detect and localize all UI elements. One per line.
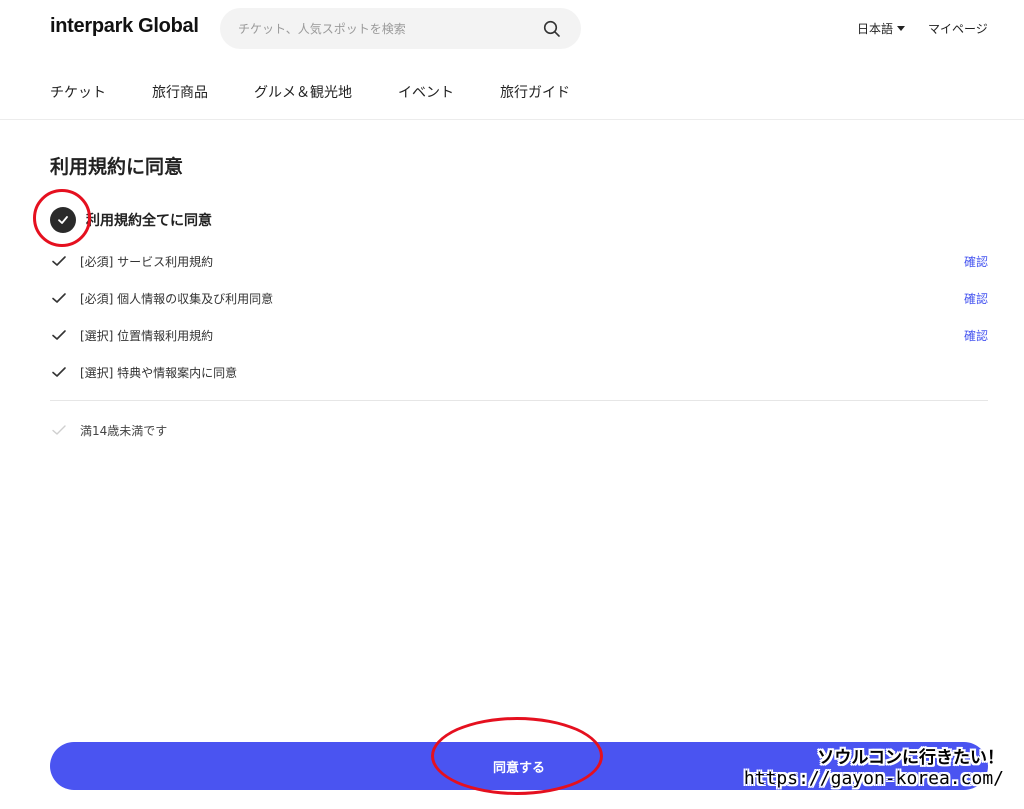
check-icon[interactable] xyxy=(50,326,68,344)
language-selector[interactable]: 日本語 xyxy=(857,20,906,37)
nav-item-gourmet[interactable]: グルメ＆観光地 xyxy=(254,82,352,102)
check-circle-icon[interactable] xyxy=(50,207,76,233)
age-under-14-label: 満14歳未満です xyxy=(80,423,168,438)
nav-item-event[interactable]: イベント xyxy=(398,82,454,102)
nav-item-guide[interactable]: 旅行ガイド xyxy=(500,82,570,102)
agree-button-label: 同意する xyxy=(492,760,545,776)
divider xyxy=(50,400,988,401)
term-confirm-link[interactable]: 確認 xyxy=(964,253,988,270)
term-row-privacy[interactable]: [必須] 個人情報の収集及び利用同意 確認 xyxy=(50,287,990,309)
logo[interactable]: interpark Global xyxy=(50,15,199,38)
language-label: 日本語 xyxy=(857,22,894,36)
main-nav: チケット 旅行商品 グルメ＆観光地 イベント 旅行ガイド xyxy=(50,82,616,102)
term-label: [必須] サービス利用規約 xyxy=(80,254,214,269)
term-label: [選択] 位置情報利用規約 xyxy=(80,328,214,343)
agree-all-checkbox[interactable]: 利用規約全てに同意 xyxy=(50,207,212,233)
age-under-14-checkbox[interactable]: 満14歳未満です xyxy=(50,419,167,441)
watermark-url: https://gayon-korea.com/ xyxy=(743,768,1004,789)
term-label: [必須] 個人情報の収集及び利用同意 xyxy=(80,291,274,306)
page: interpark Global 日本語 マイページ チケット 旅行商品 グルメ… xyxy=(0,0,1024,809)
term-confirm-link[interactable]: 確認 xyxy=(964,327,988,344)
page-title: 利用規約に同意 xyxy=(50,156,184,178)
search-bar[interactable] xyxy=(220,8,581,49)
search-input[interactable] xyxy=(238,8,538,49)
check-icon[interactable] xyxy=(50,289,68,307)
watermark-title: ソウルコンに行きたい！ xyxy=(817,748,1004,768)
term-label: [選択] 特典や情報案内に同意 xyxy=(80,365,238,380)
check-icon[interactable] xyxy=(50,421,68,439)
term-row-marketing[interactable]: [選択] 特典や情報案内に同意 xyxy=(50,361,990,383)
header: interpark Global 日本語 マイページ チケット 旅行商品 グルメ… xyxy=(0,0,1024,120)
search-icon[interactable] xyxy=(543,20,561,38)
term-row-service[interactable]: [必須] サービス利用規約 確認 xyxy=(50,250,990,272)
check-icon[interactable] xyxy=(50,363,68,381)
check-icon[interactable] xyxy=(50,252,68,270)
term-row-location[interactable]: [選択] 位置情報利用規約 確認 xyxy=(50,324,990,346)
caret-down-icon xyxy=(897,26,906,31)
nav-item-ticket[interactable]: チケット xyxy=(50,82,106,102)
nav-item-travel[interactable]: 旅行商品 xyxy=(152,82,208,102)
mypage-link[interactable]: マイページ xyxy=(928,20,988,37)
agree-all-label: 利用規約全てに同意 xyxy=(86,213,212,229)
term-confirm-link[interactable]: 確認 xyxy=(964,290,988,307)
